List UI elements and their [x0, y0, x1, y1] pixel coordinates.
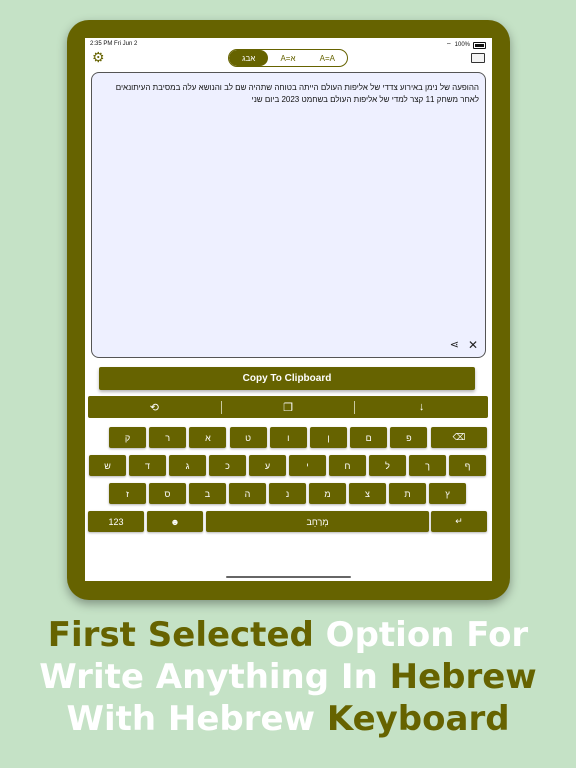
numbers-key[interactable]: 123	[88, 511, 144, 532]
paste-icon[interactable]: ❐	[222, 400, 356, 414]
emoji-key[interactable]: ☻	[147, 511, 203, 532]
editor-line-1: ההופעה של נימן באירוע צדדי של אליפות העו…	[115, 83, 479, 92]
copy-to-clipboard-button[interactable]: Copy To Clipboard	[99, 367, 475, 390]
caption-word: Write Anything In	[39, 657, 390, 697]
status-right: ⌔ 100%	[446, 41, 486, 49]
key-ת[interactable]: ת	[389, 483, 426, 504]
wifi-icon: ⌔	[446, 43, 452, 49]
keyboard-icon[interactable]	[471, 53, 485, 63]
mode-segmented-control: אבג A=א A=A	[228, 49, 348, 67]
battery-label: 100%	[454, 42, 470, 48]
app-screen: 2:35 PM Fri Jun 2 ⌔ 100% ⚙ אבג A=א A=A ה…	[85, 38, 492, 581]
key-ו[interactable]: ו	[269, 427, 307, 448]
text-editor[interactable]: ההופעה של נימן באירוע צדדי של אליפות העו…	[91, 72, 486, 358]
key-ן[interactable]: ן	[310, 427, 347, 448]
key-פ[interactable]: פ	[390, 427, 428, 448]
caption-word: With Hebrew	[66, 699, 327, 739]
caption-line-2: Write Anything In Hebrew	[0, 656, 576, 698]
dismiss-keyboard-icon[interactable]: ↓	[355, 401, 488, 413]
key-נ[interactable]: נ	[269, 483, 306, 504]
key-ש[interactable]: ש	[89, 455, 126, 476]
key-ל[interactable]: ל	[369, 455, 406, 476]
key-ט[interactable]: ט	[229, 427, 267, 448]
key-ג[interactable]: ג	[169, 455, 206, 476]
key-מ[interactable]: מ	[309, 483, 346, 504]
enter-key[interactable]: ↵	[431, 511, 487, 532]
home-indicator	[226, 576, 351, 578]
battery-icon	[473, 41, 486, 49]
tab-english[interactable]: A=A	[308, 50, 347, 66]
key-ב[interactable]: ב	[189, 483, 226, 504]
key-ק[interactable]: ק	[109, 427, 146, 448]
close-icon[interactable]: ✕	[468, 338, 478, 352]
key-ף[interactable]: ף	[449, 455, 486, 476]
backspace-key[interactable]: ⌫	[431, 427, 487, 448]
key-ך[interactable]: ך	[409, 455, 446, 476]
key-ם[interactable]: ם	[350, 427, 388, 448]
key-ר[interactable]: ר	[149, 427, 187, 448]
tab-hebrew[interactable]: אבג	[229, 50, 269, 66]
caption-word: Keyboard	[326, 699, 510, 739]
status-time: 2:35 PM Fri Jun 2	[90, 41, 138, 47]
caption-line-3: With Hebrew Keyboard	[0, 698, 576, 740]
caption-word: Hebrew	[389, 657, 537, 697]
caption-word: First Selected	[47, 615, 314, 655]
caption-word: Option For	[313, 615, 529, 655]
editor-line-2: לאחר משחק 11 קצר למדי של אליפות העולם בש…	[251, 95, 479, 104]
key-א[interactable]: א	[189, 427, 227, 448]
caption-line-1: First Selected Option For	[0, 614, 576, 656]
gear-icon[interactable]: ⚙	[92, 50, 105, 64]
key-ד[interactable]: ד	[129, 455, 166, 476]
key-י[interactable]: י	[289, 455, 326, 476]
key-ה[interactable]: ה	[229, 483, 266, 504]
key-ץ[interactable]: ץ	[429, 483, 466, 504]
key-ח[interactable]: ח	[329, 455, 366, 476]
key-ס[interactable]: ס	[149, 483, 186, 504]
key-כ[interactable]: כ	[209, 455, 246, 476]
key-ע[interactable]: ע	[249, 455, 286, 476]
history-icon[interactable]: ⟲	[88, 400, 222, 414]
keyboard-toolbar: ⟲ ❐ ↓	[88, 396, 488, 418]
promo-caption: First Selected Option For Write Anything…	[0, 614, 576, 740]
key-ז[interactable]: ז	[109, 483, 146, 504]
space-key[interactable]: מְרַחֵב	[206, 511, 429, 532]
key-צ[interactable]: צ	[349, 483, 386, 504]
tablet-frame: 2:35 PM Fri Jun 2 ⌔ 100% ⚙ אבג A=א A=A ה…	[67, 20, 510, 600]
share-icon[interactable]: ⋖	[450, 338, 459, 351]
tab-translit[interactable]: A=א	[268, 50, 307, 66]
